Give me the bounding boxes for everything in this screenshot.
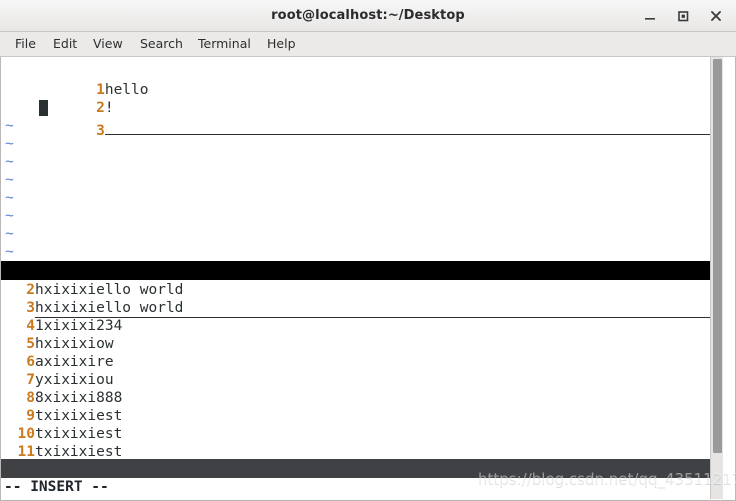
tilde-icon: ~ [5,154,14,170]
tilde-icon: ~ [5,190,14,206]
terminal-scrollbar[interactable] [710,57,723,499]
line-text: txixixiest [35,408,123,424]
empty-line-marker: ~ [1,243,723,261]
line-number: 5 [26,336,35,352]
menu-item-view[interactable]: View [86,32,130,56]
editor-line: 1hello [1,63,723,98]
line-text: hxixixiow [35,336,114,352]
window-titlebar[interactable]: root@localhost:~/Desktop [0,0,736,32]
line-number: 10 [17,426,35,442]
close-icon [711,11,721,21]
tilde-icon: ~ [5,244,14,260]
editor-line: 2hxixixiello world [1,281,723,299]
line-number: 3 [26,300,35,316]
line-text: 8xixixi888 [35,390,123,406]
menu-item-edit[interactable]: Edit [46,32,84,56]
editor-line: 10txixixiest [1,425,723,443]
tilde-icon: ~ [5,136,14,152]
line-number: 4 [26,318,35,334]
menu-item-help[interactable]: Help [260,32,303,56]
line-text: yxixixiou [35,372,114,388]
line-number: 2 [26,282,35,298]
line-number: 8 [26,390,35,406]
editor-line: 5hxixixiow [1,335,723,353]
terminal-window: root@localhost:~/Desktop File Edit View … [0,0,736,501]
scrollbar-thumb[interactable] [713,59,722,453]
status-line-top: file2 [+] 3,1 All [1,261,723,335]
line-number: 6 [26,354,35,370]
empty-line-marker: ~ [1,225,723,243]
line-text: axixixire [35,354,114,370]
vim-screen: 1hello 2! 3 ~ ~ ~ ~ ~ ~ ~ ~ file2 [+] 3,1 All 2… [1,57,723,499]
editor-line: 2! [1,81,723,116]
menubar: File Edit View Search Terminal Help [0,32,736,57]
editor-line: 41xixixi234 [1,317,723,335]
editor-line: 88xixixi888 [1,389,723,407]
maximize-button[interactable] [673,6,693,26]
empty-line-marker: ~ [1,117,723,135]
line-text: hxixixiello world [35,282,184,298]
line-number: 9 [26,408,35,424]
tilde-icon: ~ [5,172,14,188]
status-line-bottom: file [+] 3,17 33% [1,459,723,499]
maximize-icon [678,11,689,22]
line-text: txixixiest [35,444,123,460]
line-text: hxixixiello world [35,300,715,318]
tilde-icon: ~ [5,226,14,242]
menu-item-terminal[interactable]: Terminal [191,32,258,56]
empty-line-marker: ~ [1,171,723,189]
tilde-icon: ~ [5,118,14,134]
terminal-content[interactable]: 1hello 2! 3 ~ ~ ~ ~ ~ ~ ~ ~ file2 [+] 3,1 All 2… [0,57,736,501]
editor-line-cursor: 3hxixixiello world [1,299,723,318]
line-number: 7 [26,372,35,388]
editor-line: 6axixixire [1,353,723,371]
menu-item-search[interactable]: Search [133,32,190,56]
minimize-button[interactable] [640,6,660,26]
text-cursor [39,100,48,116]
minimize-icon [645,18,655,20]
window-title: root@localhost:~/Desktop [271,8,465,23]
editor-line: 9txixixiest [1,407,723,425]
empty-line-marker: ~ [1,135,723,153]
status-position: 3,17 [566,497,601,499]
line-text: txixixiest [35,426,123,442]
menu-item-file[interactable]: File [8,32,43,56]
line-text: 1xixixi234 [35,318,123,334]
close-button[interactable] [706,6,726,26]
empty-line-marker: ~ [1,207,723,225]
vim-mode-message: -- INSERT -- [1,478,723,497]
tilde-icon: ~ [5,208,14,224]
empty-line-marker: ~ [1,153,723,171]
empty-line-marker: ~ [1,189,723,207]
editor-line: 7yxixixiou [1,371,723,389]
editor-line-cursor: 3 [1,99,723,139]
